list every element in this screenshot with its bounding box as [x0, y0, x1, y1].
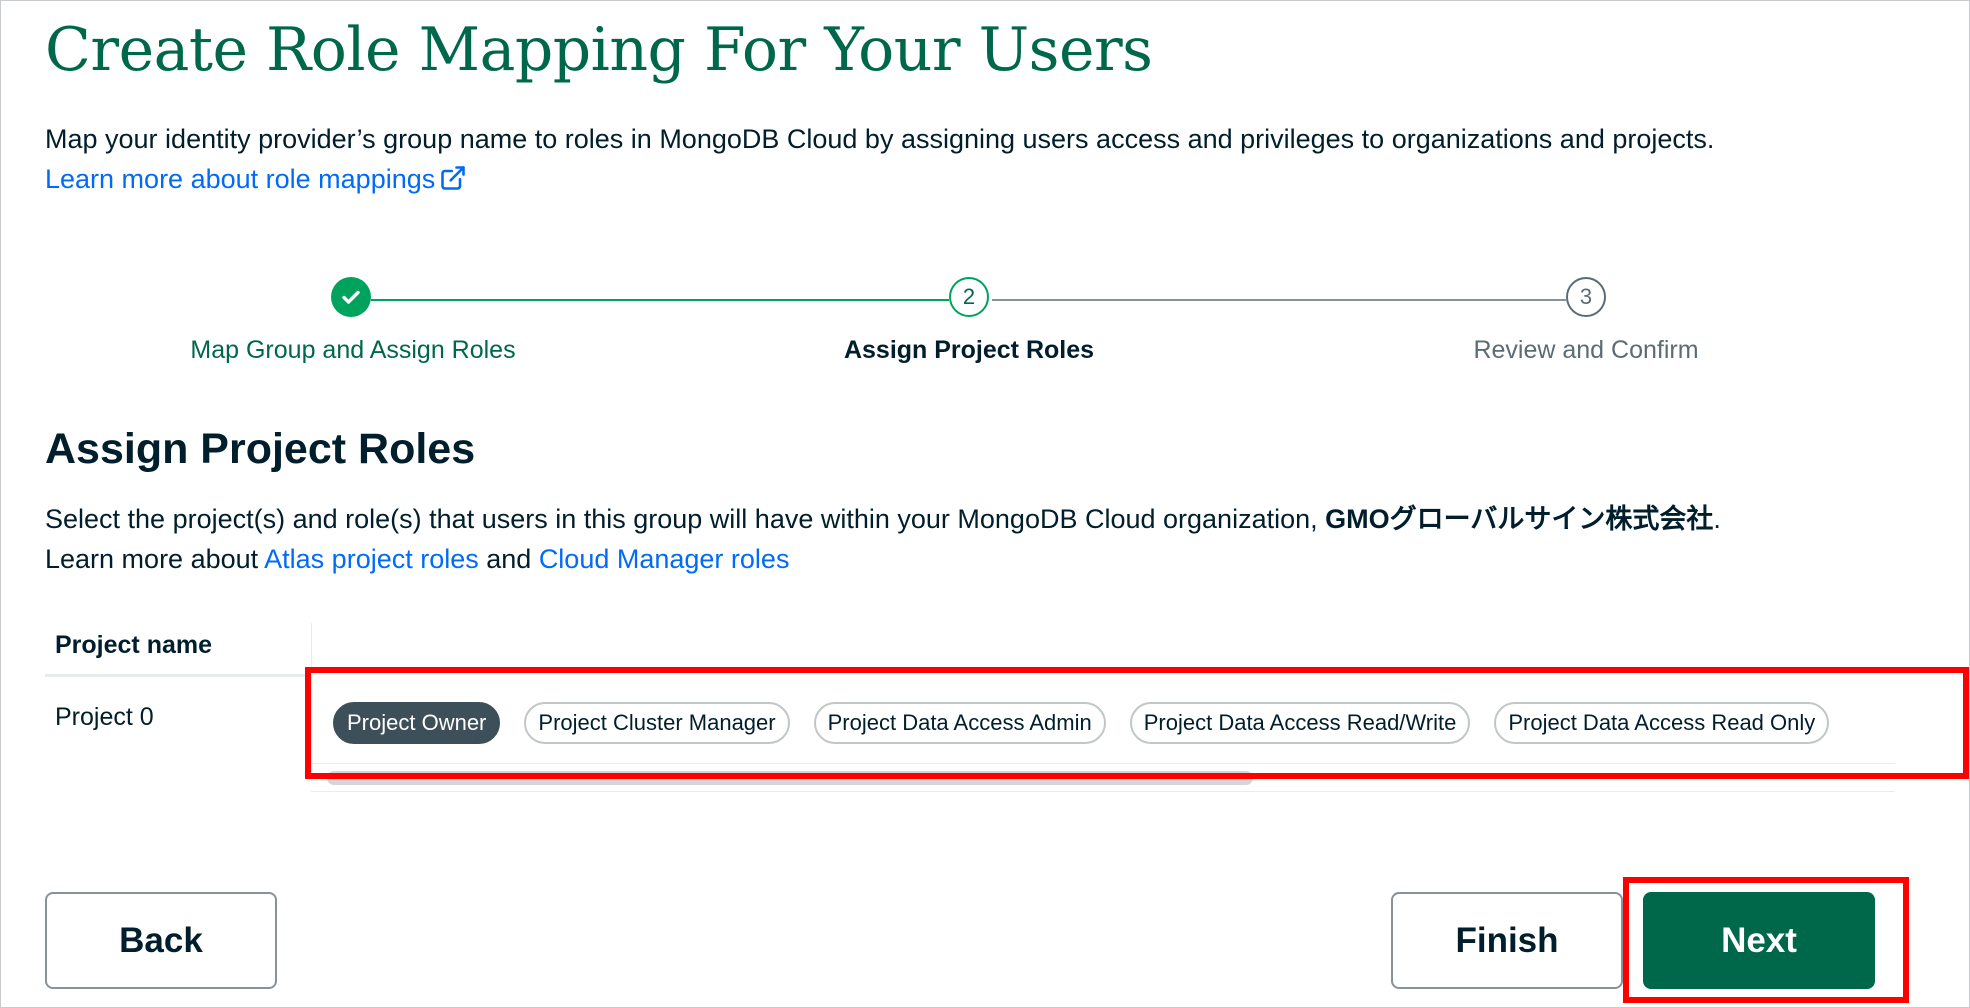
- and-text: and: [478, 544, 539, 574]
- step-1-label: Map Group and Assign Roles: [190, 336, 516, 364]
- desc-period: .: [1713, 504, 1721, 534]
- role-chip[interactable]: Project Data Access Read Only: [1494, 702, 1830, 744]
- project-name-cell: Project 0: [55, 703, 154, 731]
- table-bottom-border: [311, 791, 1895, 792]
- finish-button[interactable]: Finish: [1391, 892, 1623, 989]
- step-connector-upcoming: [992, 299, 1566, 301]
- learn-prefix: Learn more about: [45, 544, 265, 574]
- section-desc-line-1: Select the project(s) and role(s) that u…: [45, 499, 1721, 539]
- checkmark-icon: [342, 290, 360, 304]
- role-chips-list: Project Owner Project Cluster Manager Proj…: [319, 695, 1895, 751]
- role-chip[interactable]: Project Data Access Read/Write: [1129, 702, 1471, 744]
- horizontal-scrollbar[interactable]: [327, 771, 1253, 785]
- project-name-column-header: Project name: [55, 631, 213, 659]
- external-link-icon: [441, 166, 466, 190]
- role-chip[interactable]: Project Data Access Admin: [813, 702, 1106, 744]
- learn-more-link-label: Learn more about role mappings: [45, 164, 436, 194]
- desc-prefix: Select the project(s) and role(s) that u…: [45, 504, 1326, 534]
- page-title: Create Role Mapping For Your Users: [45, 15, 1153, 85]
- back-button[interactable]: Back: [45, 892, 277, 989]
- step-2-number: 2: [949, 277, 989, 317]
- step-1-complete-icon: [331, 277, 371, 317]
- role-chips-scroll-area: Project Owner Project Cluster Manager Proj…: [319, 695, 1895, 751]
- step-3-label: Review and Confirm: [1473, 336, 1699, 364]
- step-2-label: Assign Project Roles: [843, 336, 1095, 364]
- learn-more-role-mappings-link[interactable]: Learn more about role mappings: [45, 164, 467, 194]
- header-divider: [45, 674, 311, 677]
- role-chip[interactable]: Project Cluster Manager: [524, 702, 790, 744]
- row-divider: [311, 763, 1895, 764]
- column-divider: [311, 623, 312, 773]
- atlas-project-roles-link[interactable]: Atlas project roles: [264, 544, 479, 574]
- section-description: Select the project(s) and role(s) that u…: [45, 499, 1721, 579]
- organization-name: GMOグローバルサイン株式会社: [1325, 504, 1714, 534]
- next-button[interactable]: Next: [1643, 892, 1875, 989]
- step-3-number: 3: [1566, 277, 1606, 317]
- section-desc-line-2: Learn more about Atlas project roles and…: [45, 539, 1721, 579]
- progress-stepper: 2 3 Map Group and Assign Roles Assign Pr…: [1, 276, 1970, 376]
- section-title: Assign Project Roles: [45, 425, 476, 473]
- intro-block: Map your identity provider’s group name …: [45, 119, 1714, 199]
- cloud-manager-roles-link[interactable]: Cloud Manager roles: [539, 544, 790, 574]
- intro-text: Map your identity provider’s group name …: [45, 124, 1715, 154]
- step-connector-complete: [371, 299, 949, 301]
- role-chip[interactable]: Project Owner: [333, 702, 501, 744]
